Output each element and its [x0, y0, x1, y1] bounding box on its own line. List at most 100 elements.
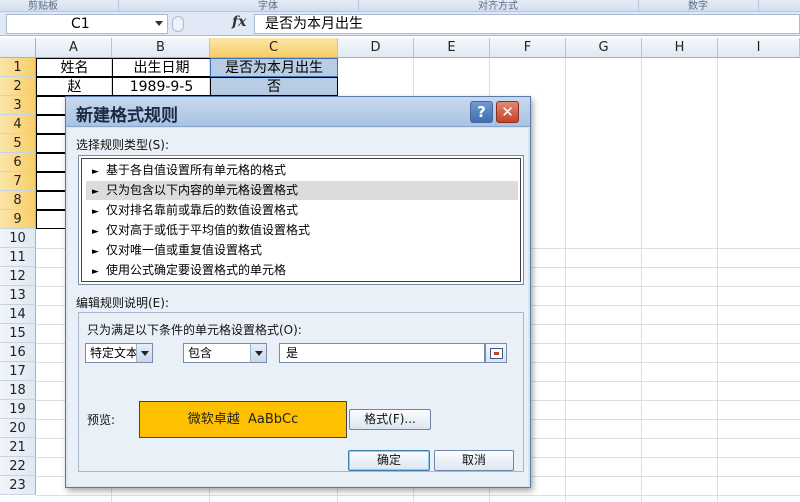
column-header-c[interactable]: C [210, 38, 338, 58]
formula-input[interactable]: 是否为本月出生 [254, 14, 800, 34]
ribbon-divider [758, 0, 759, 12]
row-header-14[interactable]: 14 [0, 305, 36, 324]
row-header-23[interactable]: 23 [0, 476, 36, 495]
rule-type-item-selected[interactable]: ► 只为包含以下内容的单元格设置格式 [86, 181, 518, 200]
ribbon-group-clipboard: 剪贴板 [28, 1, 58, 12]
row-header-7[interactable]: 7 [0, 172, 36, 191]
cell-b1[interactable]: 出生日期 [112, 58, 211, 77]
chevron-down-icon[interactable] [136, 344, 152, 362]
column-header-b[interactable]: B [112, 38, 210, 58]
cell-a2[interactable]: 赵 [36, 77, 113, 96]
cancel-button[interactable]: 取消 [434, 450, 514, 471]
dialog-title: 新建格式规则 [76, 106, 178, 126]
triangle-right-icon: ► [92, 247, 99, 257]
column-header-h[interactable]: H [642, 38, 718, 58]
rule-type-item[interactable]: ► 仅对唯一值或重复值设置格式 [86, 241, 518, 260]
row-header-10[interactable]: 10 [0, 229, 36, 248]
condition-type-value: 特定文本 [90, 346, 139, 360]
rule-type-item-label: 仅对高于或低于平均值的数值设置格式 [106, 223, 311, 237]
rule-type-item[interactable]: ► 基于各自值设置所有单元格的格式 [86, 161, 518, 180]
rule-type-item[interactable]: ► 仅对高于或低于平均值的数值设置格式 [86, 221, 518, 240]
row-header-4[interactable]: 4 [0, 115, 36, 134]
ribbon-group-number: 数字 [688, 1, 708, 12]
rule-type-item-label: 只为包含以下内容的单元格设置格式 [106, 183, 299, 197]
select-all-corner[interactable] [0, 38, 36, 58]
condition-label: 只为满足以下条件的单元格设置格式(O): [87, 323, 302, 337]
row-header-17[interactable]: 17 [0, 362, 36, 381]
row-header-3[interactable]: 3 [0, 96, 36, 115]
row-header-11[interactable]: 11 [0, 248, 36, 267]
column-header-e[interactable]: E [414, 38, 490, 58]
rule-type-list[interactable]: ► 基于各自值设置所有单元格的格式 ► 只为包含以下内容的单元格设置格式 ► 仅对排名… [78, 155, 524, 285]
row-header-18[interactable]: 18 [0, 381, 36, 400]
cell-a1[interactable]: 姓名 [36, 58, 113, 77]
rule-type-label: 选择规则类型(S): [76, 138, 170, 152]
rule-type-item[interactable]: ► 使用公式确定要设置格式的单元格 [86, 261, 518, 280]
formula-bar: C1 fx 是否为本月出生 [0, 12, 800, 36]
range-select-icon [490, 348, 503, 359]
row-header-8[interactable]: 8 [0, 191, 36, 210]
row-header-21[interactable]: 21 [0, 438, 36, 457]
triangle-right-icon: ► [92, 267, 99, 277]
rule-type-item[interactable]: ► 仅对排名靠前或靠后的数值设置格式 [86, 201, 518, 220]
row-header-16[interactable]: 16 [0, 343, 36, 362]
rule-type-list-frame: ► 基于各自值设置所有单元格的格式 ► 只为包含以下内容的单元格设置格式 ► 仅对排名… [81, 158, 521, 282]
insert-function-icon[interactable]: fx [232, 14, 246, 30]
format-button[interactable]: 格式(F)... [349, 409, 431, 430]
gridline [641, 58, 642, 502]
cell-c1[interactable]: 是否为本月出生 [210, 58, 338, 77]
row-header-1[interactable]: 1 [0, 58, 36, 77]
rule-type-item-label: 基于各自值设置所有单元格的格式 [106, 163, 287, 177]
dialog-body: 选择规则类型(S): ► 基于各自值设置所有单元格的格式 ► 只为包含以下内容的单元… [68, 128, 528, 486]
column-header-f[interactable]: F [490, 38, 566, 58]
row-header-2[interactable]: 2 [0, 77, 36, 96]
formula-bar-splitter[interactable] [172, 16, 184, 32]
name-box[interactable]: C1 [6, 14, 168, 34]
column-header-g[interactable]: G [566, 38, 642, 58]
ribbon-group-font: 字体 [258, 1, 278, 12]
operator-select[interactable]: 包含 [183, 343, 267, 363]
ribbon-group-labels: 剪贴板 字体 对齐方式 数字 [0, 0, 800, 12]
cell-c2[interactable]: 否 [210, 77, 338, 96]
chevron-down-icon[interactable] [250, 344, 266, 362]
triangle-right-icon: ► [92, 207, 99, 217]
rule-type-item-label: 仅对唯一值或重复值设置格式 [106, 243, 263, 257]
column-header-a[interactable]: A [36, 38, 112, 58]
rule-description-panel: 只为满足以下条件的单元格设置格式(O): 特定文本 包含 是 预览: 微软卓越 … [78, 312, 524, 472]
new-format-rule-dialog: 新建格式规则 ? ✕ 选择规则类型(S): ► 基于各自值设置所有单元格的格式 ►… [65, 96, 531, 488]
row-header-22[interactable]: 22 [0, 457, 36, 476]
close-button[interactable]: ✕ [496, 101, 519, 123]
column-header-i[interactable]: I [718, 38, 800, 58]
row-header-19[interactable]: 19 [0, 400, 36, 419]
preview-label: 预览: [87, 413, 116, 427]
row-header-13[interactable]: 13 [0, 286, 36, 305]
triangle-right-icon: ► [92, 167, 99, 177]
row-header-5[interactable]: 5 [0, 134, 36, 153]
row-header-6[interactable]: 6 [0, 153, 36, 172]
row-header-20[interactable]: 20 [0, 419, 36, 438]
column-header-d[interactable]: D [338, 38, 414, 58]
rule-type-item-label: 仅对排名靠前或靠后的数值设置格式 [106, 203, 299, 217]
cell-b2[interactable]: 1989-9-5 [112, 77, 211, 96]
row-header-15[interactable]: 15 [0, 324, 36, 343]
gridline [36, 495, 800, 496]
condition-type-select[interactable]: 特定文本 [85, 343, 153, 363]
edit-rule-description-label: 编辑规则说明(E): [76, 296, 169, 310]
gridline [717, 58, 718, 502]
triangle-right-icon: ► [92, 227, 99, 237]
name-box-dropdown-icon[interactable] [155, 21, 163, 26]
ribbon-divider [118, 0, 119, 12]
ribbon-divider [358, 0, 359, 12]
ok-button[interactable]: 确定 [348, 450, 430, 471]
range-selector-button[interactable] [485, 343, 507, 363]
ribbon-divider [638, 0, 639, 12]
row-header-12[interactable]: 12 [0, 267, 36, 286]
triangle-right-icon: ► [92, 187, 99, 197]
row-header-9[interactable]: 9 [0, 210, 36, 229]
operator-value: 包含 [188, 346, 213, 360]
name-box-value: C1 [71, 16, 90, 32]
format-preview: 微软卓越 AaBbCc [139, 401, 347, 438]
dialog-titlebar[interactable]: 新建格式规则 ? ✕ [66, 97, 530, 127]
help-button[interactable]: ? [470, 101, 493, 123]
condition-value-input[interactable]: 是 [279, 343, 485, 363]
